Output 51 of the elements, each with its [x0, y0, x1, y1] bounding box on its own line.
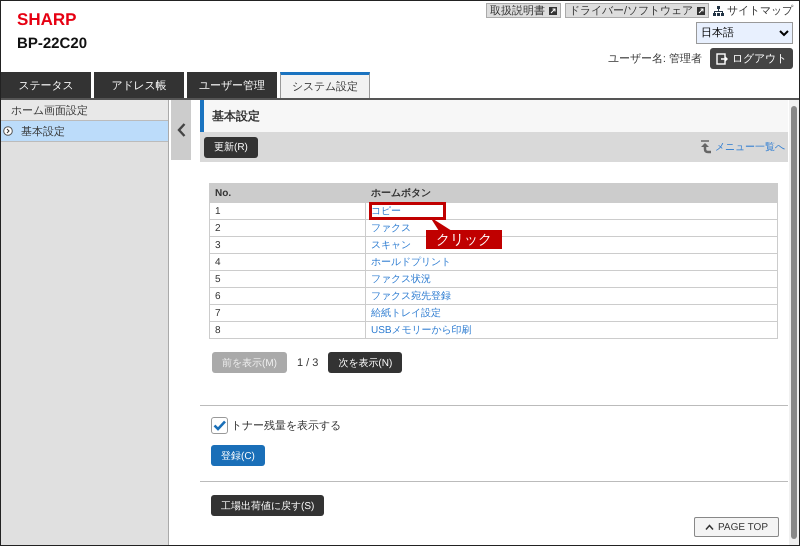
home-button-link[interactable]: ファクス状況	[371, 274, 431, 285]
column-header: No.	[210, 184, 366, 202]
table-cell: 6	[210, 288, 366, 304]
reset-button[interactable]: 工場出荷値に戻す(S)	[211, 495, 324, 516]
chevron-left-icon	[176, 123, 186, 137]
user-name: ユーザー名: 管理者	[608, 52, 702, 66]
chevron-circle-icon	[3, 126, 13, 136]
table-cell: 4	[210, 254, 366, 270]
home-button-link[interactable]: スキャン	[371, 240, 411, 251]
logout-icon	[716, 52, 728, 64]
caret-up-icon	[704, 524, 714, 530]
logout-button[interactable]: ログアウト	[710, 48, 793, 69]
nav-tab[interactable]: ステータス	[1, 72, 91, 98]
manual-link[interactable]: ドライバー/ソフトウェア	[564, 3, 709, 18]
table-cell: 8	[210, 322, 366, 338]
table-cell: 3	[210, 236, 366, 254]
page-indicator: 1 / 3	[297, 356, 318, 368]
sidebar-item[interactable]: 基本設定	[1, 121, 168, 142]
scrollbar[interactable]	[789, 100, 799, 545]
checkbox[interactable]	[211, 417, 228, 434]
nav-tab[interactable]: システム設定	[280, 72, 370, 98]
home-button-link[interactable]: コピー	[371, 206, 401, 217]
page-top-button[interactable]: PAGE TOP	[694, 517, 779, 537]
external-link-icon	[548, 6, 557, 14]
column-header: ホームボタン	[366, 184, 778, 202]
manual-link[interactable]: 取扱説明書	[486, 3, 561, 18]
brand-logo: SHARP	[17, 10, 78, 30]
next-page-button[interactable]: 次を表示(N)	[328, 352, 402, 373]
nav-tab[interactable]: ユーザー管理	[187, 72, 277, 98]
model-name: BP-22C20	[17, 35, 88, 52]
table-cell: 2	[210, 220, 366, 236]
nav-tab[interactable]: アドレス帳	[94, 72, 184, 98]
register-button[interactable]: 登録(C)	[211, 445, 265, 466]
collapse-handle[interactable]	[171, 100, 191, 160]
home-button-link[interactable]: ファクス	[371, 223, 411, 234]
sitemap-link[interactable]: サイトマップ	[713, 3, 793, 18]
table-cell: 5	[210, 270, 366, 288]
home-button-link[interactable]: ホールドプリント	[371, 257, 451, 268]
table-cell: 1	[210, 202, 366, 220]
table-cell: 7	[210, 304, 366, 322]
home-button-link[interactable]: 給紙トレイ設定	[371, 308, 441, 319]
sitemap-icon	[713, 6, 724, 16]
language-select[interactable]: 日本語	[696, 22, 793, 44]
return-arrow-icon	[699, 140, 713, 154]
home-button-link[interactable]: USBメモリーから印刷	[371, 325, 472, 336]
sidebar-item[interactable]: ホーム画面設定	[1, 100, 168, 121]
refresh-button[interactable]: 更新(R)	[204, 136, 258, 158]
external-link-icon	[697, 6, 705, 14]
checkbox-label: トナー残量を表示する	[231, 419, 341, 433]
home-button-link[interactable]: ファクス宛先登録	[371, 291, 451, 302]
page-title: 基本設定	[200, 100, 788, 132]
